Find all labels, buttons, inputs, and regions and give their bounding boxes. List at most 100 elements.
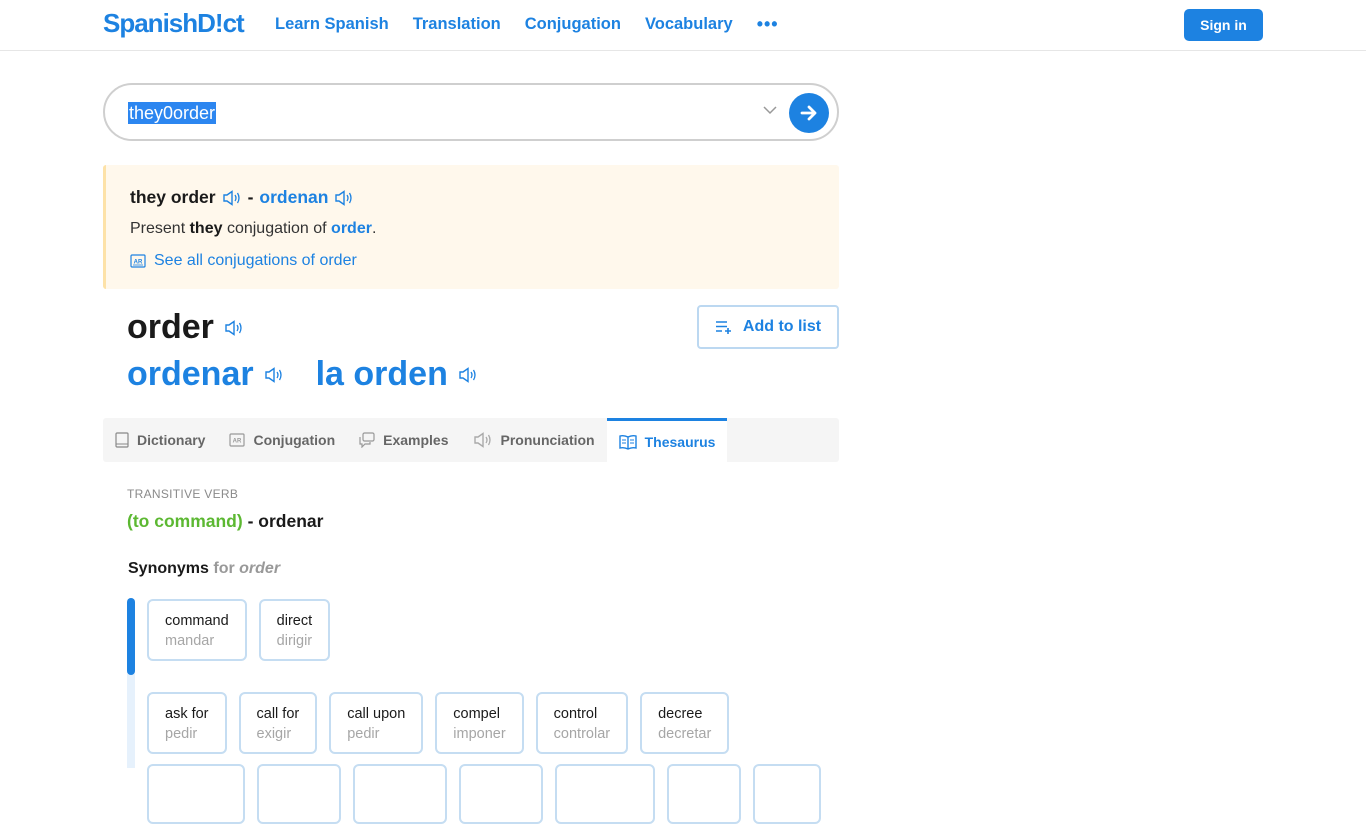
synonym-es: decretar [658,726,712,742]
open-book-icon [618,434,637,450]
speaker-icon[interactable] [264,366,284,383]
synonym-chip[interactable] [147,764,245,824]
conjugation-phrase-line: they order - ordenan [130,187,354,208]
nav-conjugation[interactable]: Conjugation [525,15,621,34]
synonym-es: controlar [553,726,611,742]
tab-dictionary[interactable]: Dictionary [103,418,217,462]
quick-translations: ordenar la orden [127,355,478,394]
nav-learn-spanish[interactable]: Learn Spanish [275,15,389,34]
sign-in-button[interactable]: Sign in [1184,9,1263,41]
synonym-es: dirigir [276,633,313,649]
synonym-es: pedir [347,726,380,742]
search-box[interactable]: they0order [103,83,839,141]
synonym-chip[interactable] [555,764,655,824]
synonym-en: ask for [165,706,209,722]
synonym-chip[interactable]: ask for pedir [147,692,227,754]
synonym-chip[interactable] [753,764,821,824]
synonym-chip[interactable]: command mandar [147,599,247,661]
desc-verb-link[interactable]: order [331,220,372,237]
separator: - [247,511,254,531]
synonym-chip[interactable] [667,764,741,824]
synonyms-label: Synonyms [128,560,209,577]
tab-label: Examples [383,432,449,448]
speech-bubbles-icon [359,432,375,448]
synonyms-heading: Synonyms for order [128,560,280,578]
conjugation-phrase: they order [130,187,216,207]
see-all-conjugations-link[interactable]: AR See all conjugations of order [130,252,357,270]
translation-link[interactable]: la orden [316,355,448,394]
svg-text:AR: AR [233,439,242,445]
tab-conjugation[interactable]: AR Conjugation [217,418,347,462]
synonym-en: call upon [347,706,406,722]
search-input[interactable]: they0order [128,102,217,124]
speaker-icon[interactable] [458,366,478,383]
tab-pronunciation[interactable]: Pronunciation [461,418,607,462]
see-all-label: See all conjugations of order [154,252,357,269]
search-submit-button[interactable] [789,93,829,133]
synonym-chip[interactable]: call for exigir [238,692,318,754]
spanishdict-logo[interactable]: SpanishD!ct [103,8,245,39]
headword: order [127,308,244,347]
synonym-en: control [553,706,598,722]
synonym-en: direct [276,613,313,629]
synonym-en: compel [453,706,501,722]
nav-vocabulary[interactable]: Vocabulary [645,15,733,34]
synonym-chip[interactable]: decree decretar [640,692,730,754]
speaker-icon[interactable] [334,189,354,206]
synonym-group-primary: command mandar direct dirigir [147,599,331,661]
synonym-group-more [147,764,821,824]
synonym-chip[interactable]: control controlar [535,692,629,754]
synonym-es: exigir [256,726,292,742]
synonym-chip[interactable]: direct dirigir [258,599,331,661]
desc-suffix: . [371,220,377,237]
nav-translation[interactable]: Translation [413,15,501,34]
sense-line: (to command) - ordenar [127,511,323,532]
sense-context: (to command) [127,511,243,531]
synonym-es: mandar [165,633,215,649]
conjugation-translation[interactable]: ordenan [259,187,328,208]
tab-examples[interactable]: Examples [347,418,460,462]
chevron-down-icon[interactable] [763,103,777,117]
conjugation-icon: AR [130,254,146,268]
book-icon [115,432,129,448]
more-menu-icon[interactable]: ••• [757,15,779,34]
sense-translation: ordenar [258,511,324,531]
add-to-list-button[interactable]: Add to list [697,305,839,349]
desc-pronoun: they [189,220,223,237]
synonym-es: pedir [165,726,198,742]
speaker-icon[interactable] [224,319,244,336]
synonym-chip[interactable] [459,764,543,824]
add-to-list-label: Add to list [742,318,822,335]
tab-label: Pronunciation [500,432,595,448]
entry-tabs: Dictionary AR Conjugation Examples Pronu… [103,418,839,462]
desc-mid: conjugation of [226,220,327,237]
conjugation-card: they order - ordenan Present they conjug… [103,165,839,289]
headword-text: order [127,308,214,346]
arrow-right-icon [800,105,817,121]
synonym-en: command [165,613,229,629]
synonym-es: imponer [453,726,506,742]
tab-label: Dictionary [137,432,206,448]
separator: - [247,187,254,207]
speaker-icon[interactable] [222,189,242,206]
synonym-chip[interactable] [353,764,447,824]
synonyms-word: order [239,560,281,577]
conjugation-icon: AR [229,433,246,447]
speaker-icon [473,432,491,448]
desc-prefix: Present [130,220,186,237]
tab-thesaurus[interactable]: Thesaurus [606,418,728,462]
synonym-chip[interactable]: call upon pedir [329,692,424,754]
synonym-chip[interactable]: compel imponer [435,692,524,754]
conjugation-description: Present they conjugation of order. [130,220,376,238]
synonym-group-indicator [127,598,135,675]
synonym-group-secondary: ask for pedir call for exigir call upon ped… [147,692,730,754]
part-of-speech: TRANSITIVE VERB [127,487,239,501]
synonym-chip[interactable] [257,764,341,824]
translation-link[interactable]: ordenar [127,355,254,394]
synonym-en: decree [658,706,703,722]
main-nav: Learn Spanish Translation Conjugation Vo… [275,15,803,34]
tab-label: Thesaurus [644,433,716,450]
synonym-en: call for [256,706,300,722]
tab-label: Conjugation [253,432,336,448]
synonyms-for: for [213,560,235,577]
